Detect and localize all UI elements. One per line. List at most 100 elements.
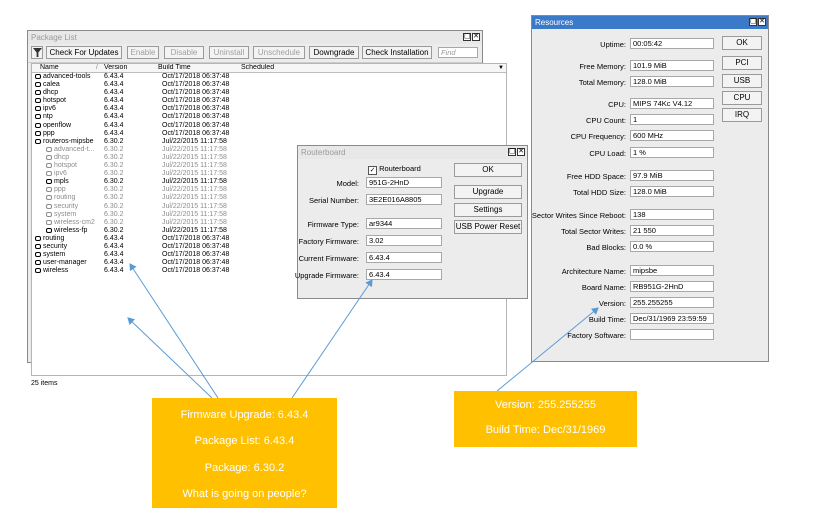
enable-button[interactable]: Enable [127,46,159,59]
check-installation-button[interactable]: Check Installation [362,46,432,59]
package-name-text: dhcp [43,89,59,97]
column-name[interactable]: Name [40,64,59,72]
filter-button[interactable] [31,46,43,59]
package-name: security [46,203,78,211]
check-for-updates-button[interactable]: Check For Updates [46,46,122,59]
package-version: 6.30.2 [104,178,124,186]
package-name: dhcp [35,89,58,97]
package-icon [35,98,41,104]
resource-label: Free Memory: [579,62,626,71]
package-build-time: Oct/17/2018 06:37:48 [162,73,230,80]
callout-right: Version: 255.255255 Build Time: Dec/31/1… [454,391,637,447]
package-version: 6.43.4 [104,73,124,80]
column-scheduled[interactable]: Scheduled [241,64,274,72]
table-row[interactable]: advanced-tools 6.43.4 Oct/17/2018 06:37:48 [32,73,506,81]
settings-button[interactable]: Settings [454,203,522,217]
callout-right-line-2: Build Time: Dec/31/1969 [485,424,606,436]
table-row[interactable]: ppp 6.43.4 Oct/17/2018 06:37:48 [32,130,506,138]
routerboard-titlebar[interactable]: Routerboard ▢ ✕ [298,146,527,159]
package-name-text: ppp [54,186,66,194]
pci-button[interactable]: PCI [722,56,762,70]
package-list-titlebar[interactable]: Package List ▢ ✕ [28,31,482,44]
package-version: 6.43.4 [104,267,124,275]
usb-button[interactable]: USB [722,74,762,88]
close-icon[interactable]: ✕ [758,18,766,26]
package-icon [35,243,41,249]
usb-power-reset-button[interactable]: USB Power Reset [454,220,522,234]
package-name-text: openflow [43,121,72,129]
column-version[interactable]: Version [104,64,127,72]
unschedule-button[interactable]: Unschedule [253,46,305,59]
package-name: ppp [46,186,66,194]
package-version: 6.43.4 [104,97,124,105]
package-version: 6.43.4 [104,121,124,129]
factory-firmware-label: Factory Firmware: [298,237,359,246]
restore-icon[interactable]: ▢ [749,18,757,26]
resource-label: Uptime: [600,40,626,49]
package-build-time: Oct/17/2018 06:37:48 [162,129,230,137]
resource-value: 138 [630,209,714,220]
find-input[interactable]: Find [438,47,478,58]
package-build-time: Oct/17/2018 06:37:48 [162,97,230,105]
package-build-time: Jul/22/2015 11:17:58 [162,137,227,145]
package-name: wireless [35,267,68,275]
package-version: 6.30.2 [104,170,124,178]
routerboard-checkbox-label: Routerboard [379,164,421,173]
resource-label: Sector Writes Since Reboot: [531,211,626,220]
serial-number-label: Serial Number: [308,196,359,205]
restore-icon[interactable]: ▢ [463,33,471,41]
package-icon [35,252,41,258]
package-name: ipv6 [46,170,67,178]
column-dropdown-icon[interactable]: ▼ [498,64,504,72]
package-name-text: advanced-tools [43,73,91,80]
package-icon [46,154,52,160]
package-name: advanced-t... [46,146,94,154]
package-name-text: hotspot [54,162,77,170]
package-name-text: ppp [43,129,55,137]
upgrade-firmware-label: Upgrade Firmware: [294,271,359,280]
resource-value: 128.0 MiB [630,76,714,87]
package-name-text: user-manager [43,259,87,267]
package-icon [35,260,41,266]
ok-button[interactable]: OK [454,163,522,177]
package-name-text: security [43,242,68,250]
current-firmware-label: Current Firmware: [298,254,359,263]
package-icon [46,146,52,152]
package-build-time: Oct/17/2018 06:37:48 [162,242,230,250]
column-build-time[interactable]: Build Time [158,64,191,72]
uninstall-button[interactable]: Uninstall [209,46,249,59]
resources-titlebar[interactable]: Resources ▢ ✕ [532,16,768,29]
serial-number-field: 3E2E016A8805 [366,194,442,205]
table-row[interactable]: calea 6.43.4 Oct/17/2018 06:37:48 [32,81,506,89]
routerboard-checkbox[interactable]: ✓ Routerboard [368,164,421,175]
resource-label: Total Memory: [578,78,626,87]
cpu-button[interactable]: CPU [722,91,762,105]
package-name-text: wireless [43,267,69,275]
downgrade-button[interactable]: Downgrade [309,46,359,59]
resources-title: Resources [535,18,574,27]
package-name: system [35,251,65,259]
table-row[interactable]: openflow 6.43.4 Oct/17/2018 06:37:48 [32,122,506,130]
disable-button[interactable]: Disable [164,46,204,59]
resource-label: Architecture Name: [561,267,626,276]
ok-button[interactable]: OK [722,36,762,50]
package-version: 6.30.2 [104,226,124,234]
table-row[interactable]: ntp 6.43.4 Oct/17/2018 06:37:48 [32,113,506,121]
package-icon [46,219,52,225]
close-icon[interactable]: ✕ [517,148,525,156]
resource-label: Version: [598,299,626,308]
close-icon[interactable]: ✕ [472,33,480,41]
package-version: 6.30.2 [104,186,124,194]
table-row[interactable]: hotspot 6.43.4 Oct/17/2018 06:37:48 [32,97,506,105]
resource-label: CPU Load: [589,149,626,158]
upgrade-button[interactable]: Upgrade [454,185,522,199]
irq-button[interactable]: IRQ [722,108,762,122]
current-firmware-field: 6.43.4 [366,252,442,263]
package-version: 6.30.2 [104,145,124,153]
resource-value [630,329,714,340]
restore-icon[interactable]: ▢ [508,148,516,156]
package-name: ppp [35,130,55,138]
package-icon [46,227,52,233]
table-row[interactable]: dhcp 6.43.4 Oct/17/2018 06:37:48 [32,89,506,97]
table-row[interactable]: ipv6 6.43.4 Oct/17/2018 06:37:48 [32,105,506,113]
